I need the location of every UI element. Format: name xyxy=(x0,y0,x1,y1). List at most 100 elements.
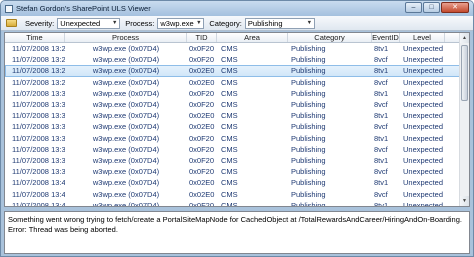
cell-level: Unexpected xyxy=(403,167,444,177)
column-header-time[interactable]: Time xyxy=(5,33,65,42)
column-header-eventid[interactable]: EventID xyxy=(372,33,400,42)
cell-eventid: 8vcf xyxy=(374,189,388,199)
cell-area: CMS xyxy=(221,55,238,65)
cell-tid: 0x0F20 xyxy=(189,44,215,54)
cell-process: w3wp.exe (0x07D4) xyxy=(92,155,160,165)
scroll-up-icon[interactable]: ▲ xyxy=(460,33,469,43)
severity-value: Unexpected xyxy=(60,18,101,28)
table-row[interactable]: 11/07/2008 13:29:20.19 w3wp.exe (0x07D4) 0… xyxy=(5,77,469,88)
table-row[interactable]: 11/07/2008 13:28:05.30 w3wp.exe (0x07D4) 0… xyxy=(5,54,469,65)
cell-area: CMS xyxy=(221,200,238,207)
cell-eventid: 8vcf xyxy=(374,122,388,132)
chevron-down-icon: ▼ xyxy=(111,19,118,26)
table-row[interactable]: 11/07/2008 13:30:06.41 w3wp.exe (0x07D4) 0… xyxy=(5,99,469,110)
severity-dropdown[interactable]: Unexpected ▼ xyxy=(57,17,121,29)
cell-tid: 0x0F20 xyxy=(189,88,215,98)
cell-process: w3wp.exe (0x07D4) xyxy=(92,111,160,121)
message-text: Something went wrong trying to fetch/cre… xyxy=(8,215,462,234)
cell-area: CMS xyxy=(221,100,238,110)
cell-level: Unexpected xyxy=(403,88,444,98)
cell-eventid: 8vcf xyxy=(374,167,388,177)
cell-area: CMS xyxy=(221,167,238,177)
table-row[interactable]: 11/07/2008 13:30:06.41 w3wp.exe (0x07D4) 0… xyxy=(5,88,469,99)
cell-area: CMS xyxy=(221,178,238,188)
table-row[interactable]: 11/07/2008 13:35:26.55 w3wp.exe (0x07D4) 0… xyxy=(5,110,469,121)
cell-category: Publishing xyxy=(291,167,326,177)
category-value: Publishing xyxy=(247,18,283,28)
cell-time: 11/07/2008 13:30:06.41 xyxy=(12,100,65,110)
category-dropdown[interactable]: Publishing ▼ xyxy=(244,17,315,29)
uls-viewer-window: Stefan Gordon's SharePoint ULS Viewer – … xyxy=(0,0,474,257)
cell-level: Unexpected xyxy=(403,44,444,54)
cell-process: w3wp.exe (0x07D4) xyxy=(92,66,160,76)
cell-tid: 0x0F20 xyxy=(189,144,215,154)
log-grid[interactable]: Time Process TID Area Category EventID L… xyxy=(4,32,470,207)
window-controls: – □ ✕ xyxy=(405,2,469,13)
cell-time: 11/07/2008 13:30:06.41 xyxy=(12,88,65,98)
table-row[interactable]: 11/07/2008 13:36:33.16 w3wp.exe (0x07D4) 0… xyxy=(5,133,469,144)
cell-time: 11/07/2008 13:36:33.16 xyxy=(12,133,65,143)
column-header-level[interactable]: Level xyxy=(400,33,445,42)
cell-process: w3wp.exe (0x07D4) xyxy=(92,88,160,98)
cell-category: Publishing xyxy=(291,178,326,188)
close-button[interactable]: ✕ xyxy=(441,2,469,13)
cell-tid: 0x02E0 xyxy=(189,66,215,76)
cell-tid: 0x02E0 xyxy=(189,77,215,87)
cell-category: Publishing xyxy=(291,88,326,98)
cell-tid: 0x0F20 xyxy=(189,167,215,177)
cell-time: 11/07/2008 13:40:04.20 xyxy=(12,189,65,199)
folder-icon[interactable] xyxy=(6,19,17,27)
vertical-scrollbar[interactable]: ▲ ▼ xyxy=(459,33,469,206)
table-row[interactable]: 11/07/2008 13:28:05.19 w3wp.exe (0x07D4) 0… xyxy=(5,43,469,54)
column-header-area[interactable]: Area xyxy=(217,33,288,42)
cell-tid: 0x02E0 xyxy=(189,111,215,121)
window-title: Stefan Gordon's SharePoint ULS Viewer xyxy=(16,4,151,13)
cell-area: CMS xyxy=(221,155,238,165)
cell-area: CMS xyxy=(221,111,238,121)
cell-eventid: 8tv1 xyxy=(374,200,389,207)
cell-process: w3wp.exe (0x07D4) xyxy=(92,200,160,207)
cell-level: Unexpected xyxy=(403,66,444,76)
cell-tid: 0x0F20 xyxy=(189,100,215,110)
cell-category: Publishing xyxy=(291,133,326,143)
minimize-button[interactable]: – xyxy=(405,2,422,13)
table-row[interactable]: 11/07/2008 13:40:04.20 w3wp.exe (0x07D4) 0… xyxy=(5,188,469,199)
filter-toolbar: Severity: Unexpected ▼ Process: w3wp.exe… xyxy=(1,16,473,31)
cell-process: w3wp.exe (0x07D4) xyxy=(92,77,160,87)
cell-area: CMS xyxy=(221,44,238,54)
cell-category: Publishing xyxy=(291,155,326,165)
cell-tid: 0x02E0 xyxy=(189,122,215,132)
cell-eventid: 8tv1 xyxy=(374,88,389,98)
cell-eventid: 8tv1 xyxy=(374,66,389,76)
cell-tid: 0x0F20 xyxy=(189,155,215,165)
cell-level: Unexpected xyxy=(403,189,444,199)
cell-process: w3wp.exe (0x07D4) xyxy=(92,144,160,154)
table-row[interactable]: 11/07/2008 13:35:26.55 w3wp.exe (0x07D4) 0… xyxy=(5,121,469,132)
maximize-button[interactable]: □ xyxy=(423,2,440,13)
table-row[interactable]: 11/07/2008 13:40:04.20 w3wp.exe (0x07D4) 0… xyxy=(5,177,469,188)
scrollbar-thumb[interactable] xyxy=(461,45,468,101)
cell-process: w3wp.exe (0x07D4) xyxy=(92,122,160,132)
cell-time: 11/07/2008 13:28:05.19 xyxy=(12,44,65,54)
cell-level: Unexpected xyxy=(403,200,444,207)
column-header-tid[interactable]: TID xyxy=(187,33,217,42)
table-row[interactable]: 11/07/2008 13:38:33.31 w3wp.exe (0x07D4) 0… xyxy=(5,166,469,177)
cell-time: 11/07/2008 13:35:26.55 xyxy=(12,111,65,121)
column-header-process[interactable]: Process xyxy=(65,33,187,42)
cell-level: Unexpected xyxy=(403,111,444,121)
table-row[interactable]: 11/07/2008 13:36:33.16 w3wp.exe (0x07D4) 0… xyxy=(5,144,469,155)
table-row[interactable]: 11/07/2008 13:43:26.65 w3wp.exe (0x07D4) 0… xyxy=(5,200,469,207)
table-row[interactable]: 11/07/2008 13:38:33.31 w3wp.exe (0x07D4) 0… xyxy=(5,155,469,166)
cell-category: Publishing xyxy=(291,200,326,207)
cell-process: w3wp.exe (0x07D4) xyxy=(92,55,160,65)
cell-process: w3wp.exe (0x07D4) xyxy=(92,178,160,188)
table-row[interactable]: 11/07/2008 13:29:20.19 w3wp.exe (0x07D4) 0… xyxy=(5,65,469,77)
cell-category: Publishing xyxy=(291,189,326,199)
cell-process: w3wp.exe (0x07D4) xyxy=(92,44,160,54)
scroll-down-icon[interactable]: ▼ xyxy=(460,196,469,206)
process-dropdown[interactable]: w3wp.exe (0x ▼ xyxy=(157,17,205,29)
title-bar[interactable]: Stefan Gordon's SharePoint ULS Viewer – … xyxy=(1,1,473,16)
column-header-category[interactable]: Category xyxy=(288,33,372,42)
cell-area: CMS xyxy=(221,88,238,98)
cell-level: Unexpected xyxy=(403,77,444,87)
